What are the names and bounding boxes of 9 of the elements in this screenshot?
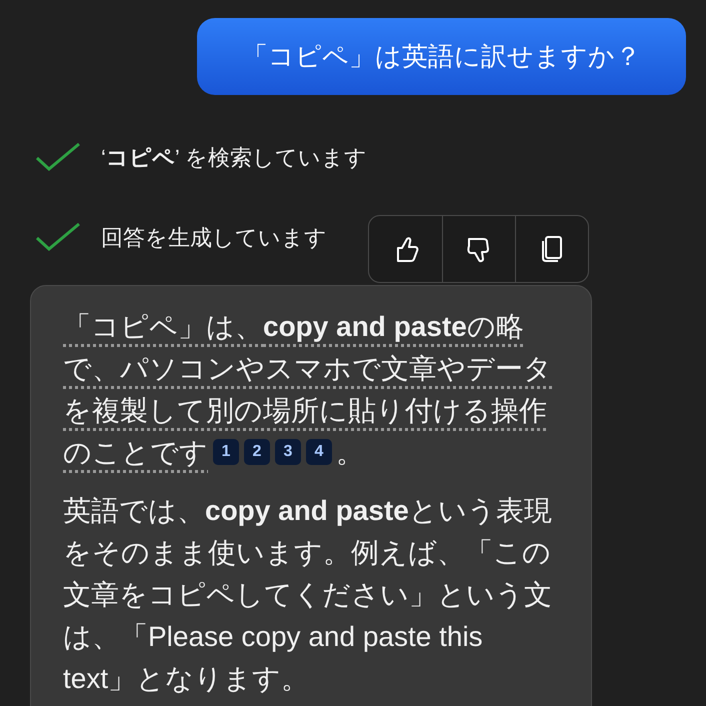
user-message: 「コピペ」は英語に訳せますか？ — [197, 18, 686, 95]
answer-paragraph: 英語では、copy and pasteという表現をそのまま使います。例えば、「この文章をコピペしてください」という文は、「Please copy and paste this text」となります。 — [63, 494, 553, 696]
citation-link[interactable]: 1 — [213, 439, 239, 465]
citation-link[interactable]: 2 — [244, 439, 270, 465]
citation-link[interactable]: 3 — [275, 439, 301, 465]
answer-paragraph: 「コピペ」は、copy and pasteの略で、パソコンやスマホで文章やデータを複製して別の場所に貼り付ける操作のことです 1 2 3 4 。 — [63, 310, 553, 470]
citation-link[interactable]: 4 — [306, 439, 332, 465]
step-text: ‘コピペ’ を検索しています — [101, 144, 368, 172]
step-text: 回答を生成しています — [101, 224, 327, 252]
